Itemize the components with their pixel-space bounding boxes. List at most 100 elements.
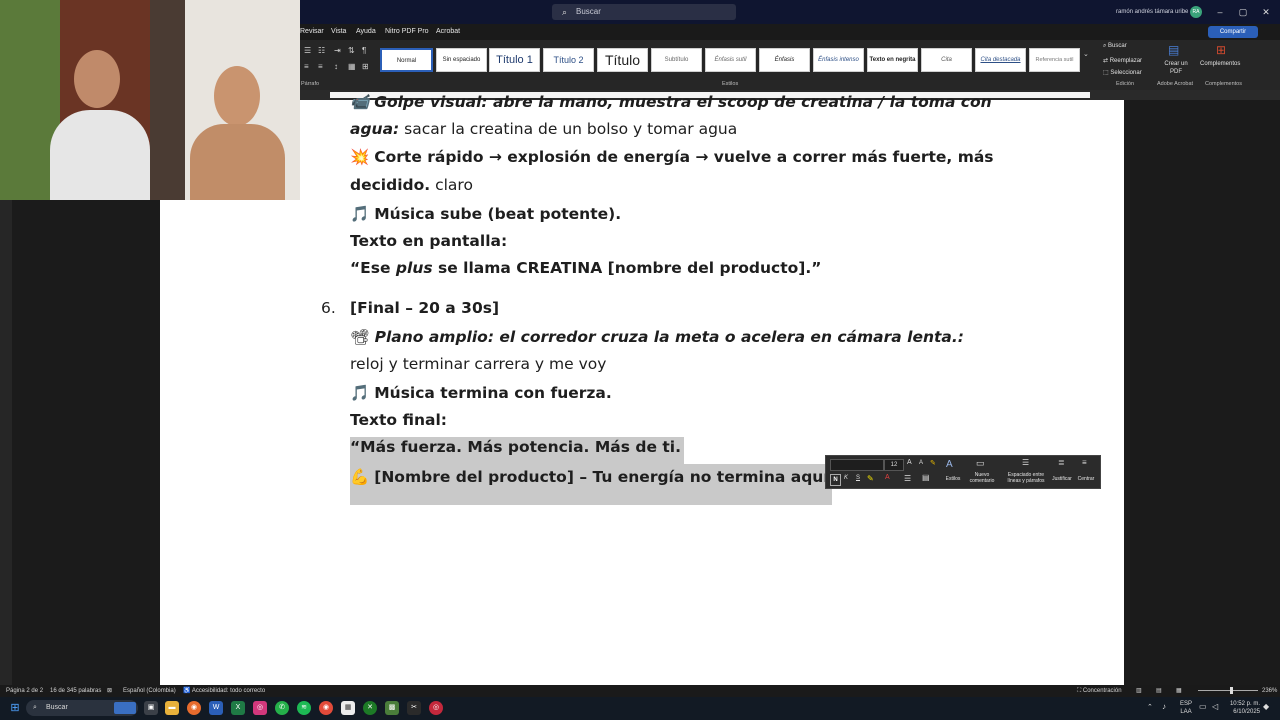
addins-icon: ⊞	[1216, 43, 1227, 57]
style-subtle-reference[interactable]: Referencia sutil	[1029, 48, 1080, 72]
grow-font-icon[interactable]: A	[907, 459, 912, 466]
word-count[interactable]: 16 de 345 palabras	[50, 686, 101, 696]
format-painter-icon[interactable]: ✎	[930, 459, 936, 467]
menu-nitro[interactable]: Nitro PDF Pro	[385, 27, 429, 37]
vertical-ruler[interactable]	[0, 200, 12, 685]
avatar[interactable]: RA	[1190, 6, 1202, 18]
search-input[interactable]: ⌕ Buscar	[552, 4, 736, 20]
person-right-body	[190, 124, 285, 200]
shrink-font-icon[interactable]: A	[919, 460, 923, 466]
firefox-icon[interactable]: ◉	[187, 701, 201, 715]
indent-icon[interactable]: ⇥	[334, 46, 341, 55]
new-comment-button[interactable]: Nuevo comentario	[966, 472, 998, 484]
clock[interactable]: 10:52 p. m. 6/10/2025	[1226, 700, 1260, 716]
doc-line: 🎵 Música sube (beat potente).	[350, 205, 622, 223]
style-intense-emphasis[interactable]: Énfasis intenso	[813, 48, 864, 72]
addins-button[interactable]: Complementos	[1200, 61, 1240, 67]
minimize-button[interactable]: –	[1213, 5, 1227, 19]
file-explorer-icon[interactable]: ▬	[165, 701, 179, 715]
chrome-icon[interactable]: ◉	[319, 701, 333, 715]
center-button[interactable]: Centrar	[1074, 476, 1098, 482]
widget-icon[interactable]	[114, 702, 136, 714]
windows-start-icon[interactable]: ⊞	[8, 701, 22, 715]
focus-mode-button[interactable]: ⛶ Concentración	[1077, 686, 1122, 696]
select-button[interactable]: ⬚ Seleccionar	[1103, 69, 1142, 76]
style-title[interactable]: Título	[597, 48, 648, 72]
bullets-icon[interactable]: ☰	[304, 46, 311, 55]
zoom-level[interactable]: 236%	[1262, 686, 1277, 696]
instagram-icon[interactable]: ◎	[253, 701, 267, 715]
accessibility-status[interactable]: ♿ Accesibilidad: todo correcto	[183, 686, 265, 696]
menu-vista[interactable]: Vista	[331, 27, 346, 37]
style-subtitle[interactable]: Subtítulo	[651, 48, 702, 72]
style-heading-1[interactable]: Título 1	[489, 48, 540, 72]
styles-scroll-icon[interactable]: ⌄	[1083, 50, 1089, 58]
proofing-icon[interactable]: ⊠	[107, 686, 112, 696]
menu-acrobat[interactable]: Acrobat	[436, 27, 460, 37]
store-icon[interactable]: ▦	[341, 701, 355, 715]
justify-button[interactable]: Justificar	[1050, 476, 1074, 482]
create-pdf-button[interactable]: Crear un PDF	[1160, 60, 1192, 76]
replace-button[interactable]: ⇄ Reemplazar	[1103, 57, 1142, 64]
style-normal[interactable]: Normal	[380, 48, 433, 72]
account-name[interactable]: ramón andrés támara uribe	[1116, 5, 1188, 19]
style-no-spacing[interactable]: Sin espaciado	[436, 48, 487, 72]
read-mode-icon[interactable]: ▥	[1136, 686, 1142, 696]
highlight-icon[interactable]: ✎	[867, 474, 874, 483]
spacing-button[interactable]: Espaciado entre líneas y párrafos	[1002, 472, 1050, 484]
pilcrow-icon[interactable]: ¶	[362, 46, 366, 55]
line-spacing-icon[interactable]: ↕	[334, 62, 338, 71]
share-button[interactable]: Compartir	[1208, 26, 1258, 38]
minecraft-icon[interactable]: ▩	[385, 701, 399, 715]
styles-icon[interactable]: A	[946, 459, 953, 470]
xbox-icon[interactable]: ✕	[363, 701, 377, 715]
bold-icon[interactable]: N	[830, 474, 841, 486]
font-size-select[interactable]: 12	[884, 459, 904, 471]
task-view-icon[interactable]: ▣	[144, 701, 158, 715]
style-subtle-emphasis[interactable]: Énfasis sutil	[705, 48, 756, 72]
word-icon[interactable]: W	[209, 701, 223, 715]
style-quote[interactable]: Cita	[921, 48, 972, 72]
font-family-select[interactable]	[830, 459, 884, 471]
style-heading-2[interactable]: Título 2	[543, 48, 594, 72]
style-strong[interactable]: Texto en negrita	[867, 48, 918, 72]
web-layout-icon[interactable]: ▦	[1176, 686, 1182, 696]
menu-revisar[interactable]: Revisar	[300, 27, 324, 37]
mic-icon[interactable]: ♪	[1162, 702, 1166, 711]
find-button[interactable]: ⌕ Buscar	[1103, 43, 1127, 50]
style-emphasis[interactable]: Énfasis	[759, 48, 810, 72]
whatsapp-icon[interactable]: ✆	[275, 701, 289, 715]
font-color-icon[interactable]: A	[885, 474, 890, 481]
document-page[interactable]: 📹 Golpe visual: abre la mano, muestra el…	[160, 93, 1124, 685]
opera-icon[interactable]: ◎	[429, 701, 443, 715]
menu-ayuda[interactable]: Ayuda	[356, 27, 376, 37]
tray-chevron-icon[interactable]: ⌃	[1147, 703, 1153, 711]
maximize-button[interactable]: ▢	[1236, 5, 1250, 19]
italic-icon[interactable]: K	[844, 475, 848, 481]
excel-icon[interactable]: X	[231, 701, 245, 715]
zoom-slider-thumb[interactable]	[1230, 687, 1233, 694]
page-count[interactable]: Página 2 de 2	[6, 686, 43, 696]
network-icon[interactable]: ▭	[1199, 702, 1207, 711]
numbering-icon[interactable]: ☷	[318, 46, 325, 55]
styles-picker-icon[interactable]: ▤	[922, 473, 930, 482]
styles-button[interactable]: Estilos	[942, 476, 964, 482]
spotify-icon[interactable]: ≋	[297, 701, 311, 715]
capcut-icon[interactable]: ✂	[407, 701, 421, 715]
search-icon: ⌕	[33, 704, 37, 711]
input-language[interactable]: ESP LAA	[1180, 700, 1192, 716]
zoom-slider[interactable]	[1198, 690, 1258, 691]
notifications-icon[interactable]: ◆	[1263, 702, 1269, 711]
underline-icon[interactable]: S	[856, 475, 860, 481]
align-left-icon[interactable]: ≡	[304, 62, 309, 71]
style-intense-quote[interactable]: Cita destacada	[975, 48, 1026, 72]
volume-icon[interactable]: ◁	[1212, 702, 1218, 711]
print-layout-icon[interactable]: ▤	[1156, 686, 1162, 696]
sort-icon[interactable]: ⇅	[348, 46, 355, 55]
borders-icon[interactable]: ⊞	[362, 62, 369, 71]
close-button[interactable]: ✕	[1259, 5, 1273, 19]
bullets-icon[interactable]: ☰	[904, 474, 911, 483]
shading-icon[interactable]: ▦	[348, 62, 356, 71]
language-status[interactable]: Español (Colombia)	[123, 686, 176, 696]
align-center-icon[interactable]: ≡	[318, 62, 323, 71]
